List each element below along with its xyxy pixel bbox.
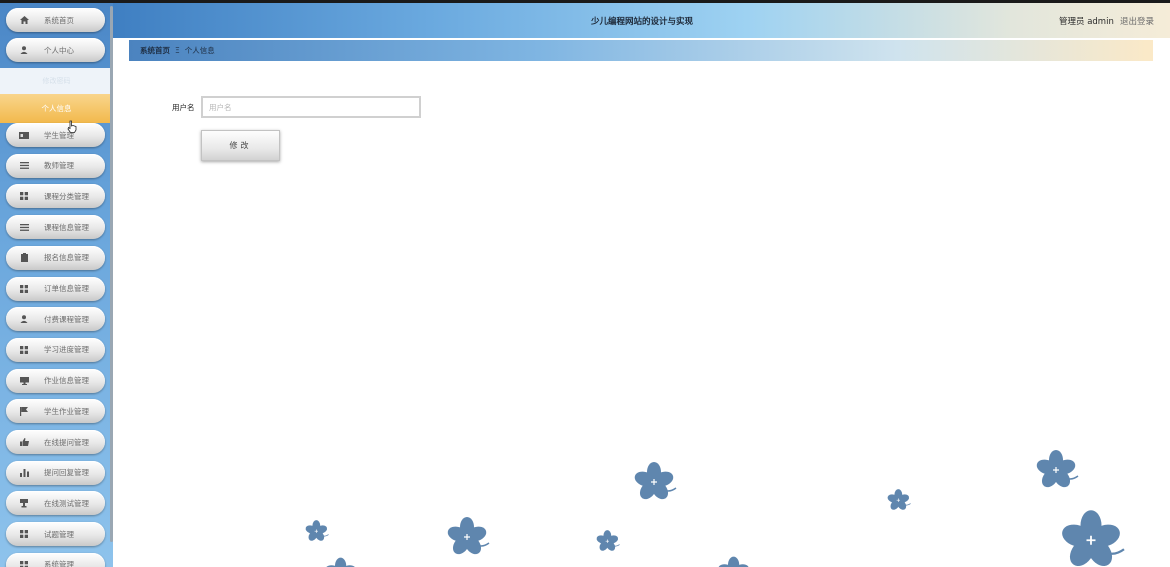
username-label: 用户名 bbox=[172, 103, 195, 112]
grid-icon bbox=[6, 192, 42, 201]
sidebar-item-label: 系统管理 bbox=[44, 560, 74, 567]
clover-decoration-icon bbox=[886, 488, 911, 512]
clover-decoration-icon bbox=[1058, 509, 1126, 567]
flag-icon bbox=[6, 406, 42, 416]
sidebar-item[interactable]: 报名信息管理 bbox=[6, 245, 105, 270]
site-title: 少儿编程网站的设计与实现 bbox=[591, 17, 694, 27]
sidebar-item-label: 提问回复管理 bbox=[44, 468, 89, 478]
breadcrumb-current: 个人信息 bbox=[184, 46, 215, 55]
sidebar-item-label: 报名信息管理 bbox=[44, 253, 89, 263]
sidebar-item[interactable]: 课程分类管理 bbox=[6, 184, 105, 209]
sidebar-item-label: 作业信息管理 bbox=[44, 376, 89, 386]
id-card-icon bbox=[6, 131, 42, 139]
top-header: 少儿编程网站的设计与实现 管理员 admin 退出登录 bbox=[113, 3, 1170, 38]
clipboard-icon bbox=[6, 253, 42, 263]
clover-decoration-icon bbox=[632, 461, 677, 504]
breadcrumb-home[interactable]: 系统首页 bbox=[140, 45, 170, 56]
sidebar-item-label: 付费课程管理 bbox=[44, 314, 89, 324]
sidebar-item[interactable]: 订单信息管理 bbox=[6, 276, 105, 301]
sidebar-item-home[interactable]: 系统首页 bbox=[6, 8, 105, 32]
submenu-label: 修改密码 bbox=[42, 77, 71, 85]
clover-decoration-icon bbox=[445, 516, 490, 559]
thumbs-up-icon bbox=[6, 438, 42, 446]
sidebar-item-label: 学生作业管理 bbox=[44, 406, 89, 416]
sidebar-scrollbar[interactable] bbox=[110, 6, 113, 542]
sidebar-item-label: 系统首页 bbox=[44, 15, 74, 25]
sidebar-item[interactable]: 学生管理 bbox=[6, 123, 105, 147]
sidebar-item-label: 订单信息管理 bbox=[44, 284, 89, 293]
sidebar-item[interactable]: 课程信息管理 bbox=[6, 215, 105, 240]
sidebar-item-label: 课程信息管理 bbox=[44, 222, 89, 232]
sidebar-item-label: 在线提问管理 bbox=[44, 437, 89, 447]
breadcrumb-separator-icon: Ξ bbox=[175, 46, 180, 55]
grid-icon bbox=[6, 345, 42, 354]
sidebar-item[interactable]: 提问回复管理 bbox=[6, 460, 105, 485]
sidebar-item[interactable]: 付费课程管理 bbox=[6, 307, 105, 332]
hand-cursor-icon bbox=[67, 120, 77, 133]
breadcrumb: 系统首页 Ξ 个人信息 bbox=[129, 40, 1153, 61]
grid-icon bbox=[6, 560, 42, 567]
sidebar-item-label: 教师管理 bbox=[44, 161, 74, 171]
user-icon bbox=[6, 315, 42, 324]
current-user: 管理员 admin bbox=[1059, 17, 1114, 27]
clover-decoration-icon bbox=[323, 556, 359, 567]
home-icon bbox=[6, 16, 42, 24]
cup-icon bbox=[6, 498, 42, 508]
grid-icon bbox=[6, 284, 42, 293]
clover-decoration-icon bbox=[716, 555, 752, 567]
sidebar-item[interactable]: 试题管理 bbox=[6, 522, 105, 547]
submenu-change-password[interactable]: 修改密码 bbox=[0, 68, 113, 94]
clover-decoration-icon bbox=[595, 529, 620, 553]
sidebar-item-label: 试题管理 bbox=[44, 529, 74, 539]
sidebar-item[interactable]: 在线测试管理 bbox=[6, 491, 105, 516]
submenu-label: 个人信息 bbox=[41, 104, 72, 113]
sidebar-item[interactable]: 学生作业管理 bbox=[6, 399, 105, 424]
submenu-personal-info[interactable]: 个人信息 bbox=[0, 94, 113, 123]
sidebar-item[interactable]: 在线提问管理 bbox=[6, 430, 105, 454]
username-input[interactable] bbox=[201, 96, 421, 118]
update-button[interactable]: 修改 bbox=[201, 130, 280, 161]
sidebar-item-profile-center[interactable]: 个人中心 bbox=[6, 38, 105, 62]
clover-decoration-icon bbox=[304, 519, 329, 543]
list-icon bbox=[6, 162, 42, 170]
sidebar-item-label: 学习进度管理 bbox=[44, 345, 89, 355]
sidebar-item[interactable]: 作业信息管理 bbox=[6, 368, 105, 393]
sidebar-item[interactable]: 学习进度管理 bbox=[6, 337, 105, 362]
sidebar-item[interactable]: 系统管理 bbox=[6, 552, 105, 567]
sidebar-item-label: 课程分类管理 bbox=[44, 191, 89, 201]
list-icon bbox=[6, 223, 42, 231]
grid-icon bbox=[6, 530, 42, 539]
monitor-icon bbox=[6, 376, 42, 385]
sidebar: 系统首页 个人中心 修改密码 个人信息 学生管理教师管理课程分类管理 课程信息管理… bbox=[0, 3, 113, 567]
sidebar-item-label: 个人中心 bbox=[44, 45, 74, 55]
sidebar-item[interactable]: 教师管理 bbox=[6, 153, 105, 178]
logout-link[interactable]: 退出登录 bbox=[1120, 15, 1154, 27]
bar-chart-icon bbox=[6, 468, 42, 477]
clover-decoration-icon bbox=[1034, 449, 1079, 492]
sidebar-item-label: 在线测试管理 bbox=[44, 498, 89, 508]
user-icon bbox=[6, 46, 42, 54]
